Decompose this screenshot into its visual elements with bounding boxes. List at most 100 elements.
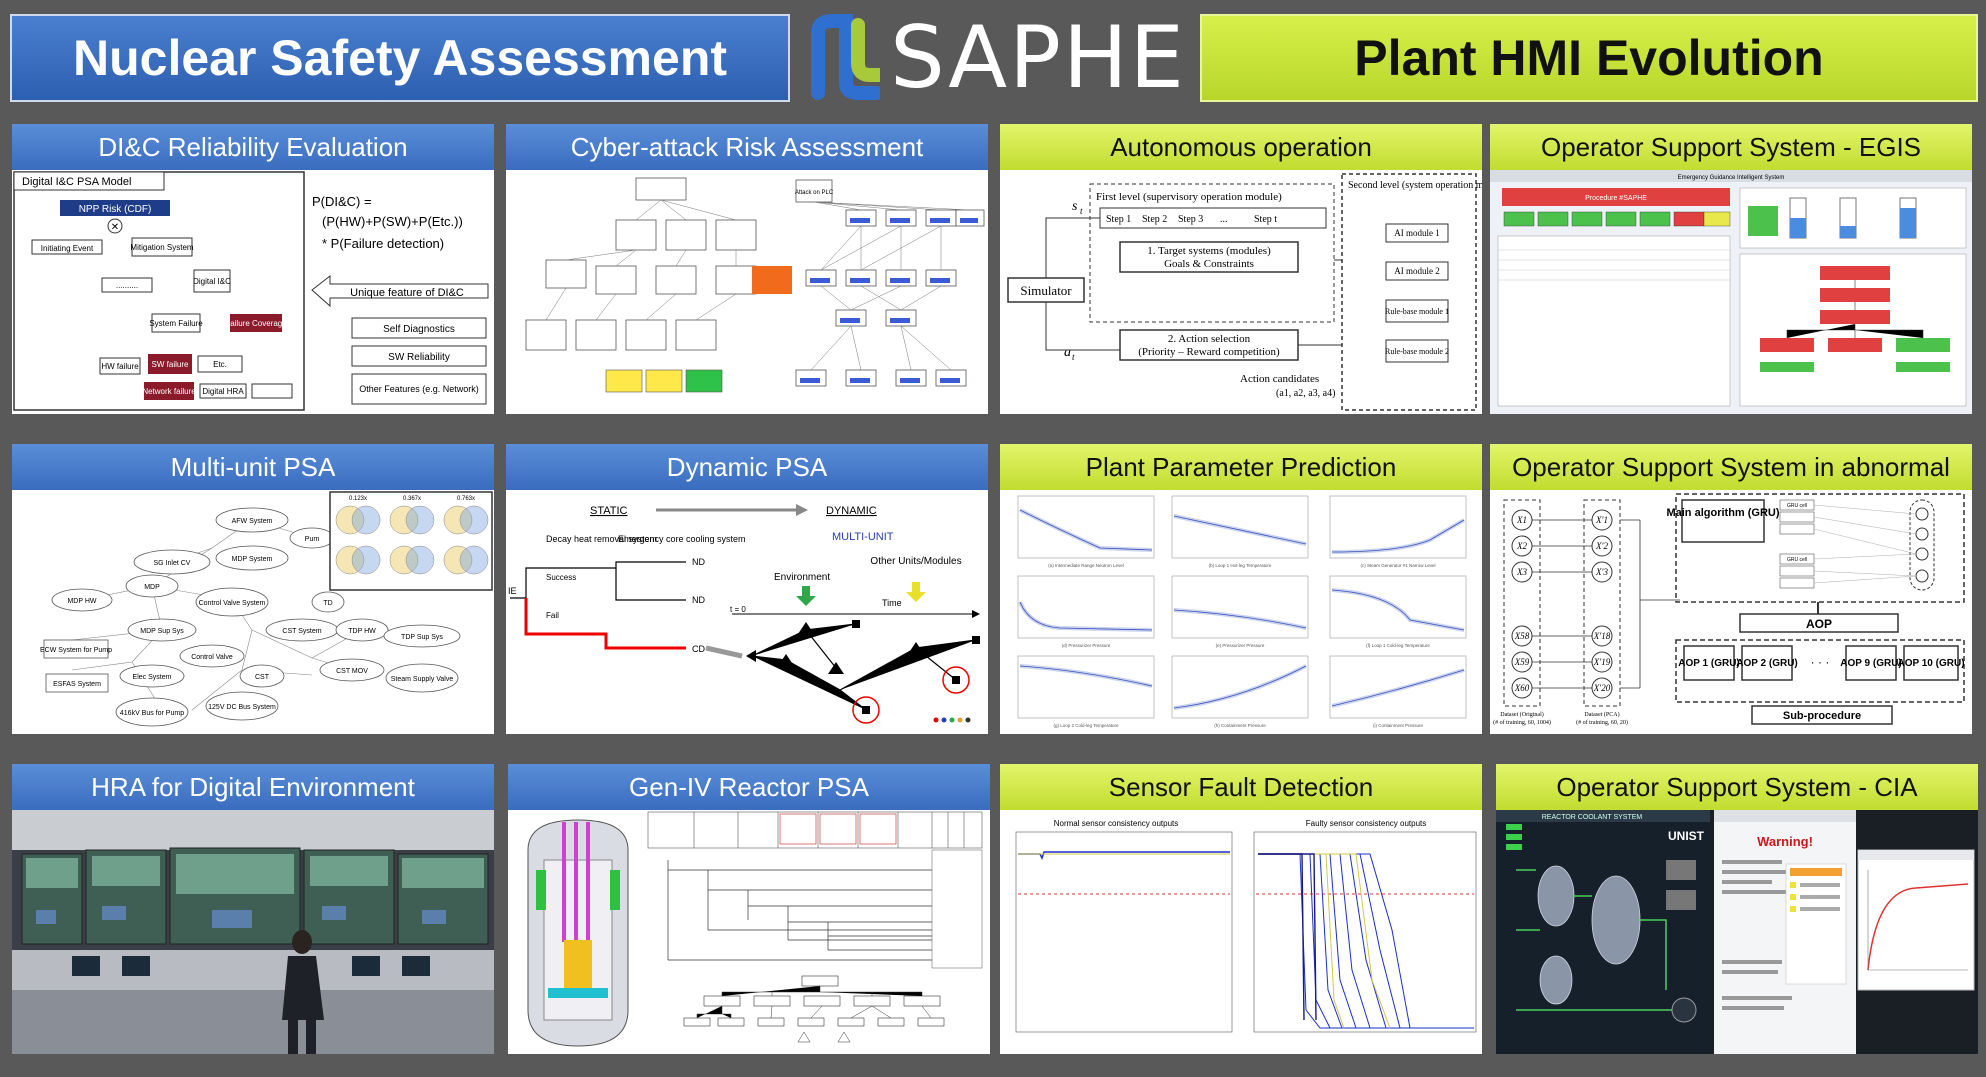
dic-formula-1: P(DI&C) = [312,194,372,209]
abnormal-diagram: X1 X2 X3 X58 X59 X60 X'1 X'2 X'3 X'18 X'… [1490,490,1972,734]
autonomous-diagram: First level (supervisory operation modul… [1000,170,1482,414]
auto-simulator: Simulator [1020,283,1072,298]
abn-input: X1 [1516,515,1527,525]
abn-aop-2: AOP 2 (GRU) [1736,658,1798,669]
auto-action-candidates: Action candidates [1240,373,1319,385]
dic-feature-self-diagnostics: Self Diagnostics [383,324,455,335]
multi-node: AFW System [232,518,273,525]
panel-multi-unit-psa[interactable]: Multi-unit PSA AFW System SG Inlet CV MD… [12,444,494,734]
dic-network-failure: Network failure [142,387,196,396]
dic-diagram: Digital I&C PSA Model NPP Risk (CDF) ✕ I… [12,170,494,414]
abn-dataset-original-dims: (# of training, 60, 1004) [1493,719,1551,726]
panel-dynamic-psa[interactable]: Dynamic PSA STATIC DYNAMIC MULTI-UNIT De… [506,444,988,734]
abn-aop-9: AOP 9 (GRU) [1840,658,1902,669]
abn-pca: X'20 [1593,683,1611,693]
abn-dataset-pca: Dataset (PCA) [1584,711,1619,718]
svg-text:..........: .......... [116,281,138,290]
multi-node: CST [255,674,270,681]
abn-pca: X'19 [1593,657,1611,667]
panel-title: DI&C Reliability Evaluation [12,124,494,170]
multi-node: TDP HW [348,628,376,635]
cia-screen: REACTOR COOLANT SYSTEM UNIST Warning! [1496,810,1978,1054]
ppp-caption: (b) Loop 1 Hot-leg Temperature [1209,563,1272,568]
sensor-normal-title: Normal sensor consistency outputs [1054,819,1179,828]
dyn-t0: t = 0 [730,605,746,614]
panel-egis[interactable]: Operator Support System - EGIS Emergency… [1490,124,1972,414]
abn-input: X59 [1514,657,1530,667]
auto-step-1: Step 1 [1106,214,1131,225]
abn-input: X2 [1516,541,1527,551]
banner-title: Plant HMI Evolution [1354,30,1824,86]
dic-feature-other: Other Features (e.g. Network) [359,384,479,394]
saphe-logo: SAPHE [806,8,1186,108]
multi-node: SG Inlet CV [154,560,191,567]
multi-node: ESFAS System [53,681,101,688]
dic-digital-ic: Digital I&C [193,277,231,286]
auto-second-level: Second level (system operation module) [1348,180,1482,191]
panel-operator-support-abnormal[interactable]: Operator Support System in abnormal X1 X… [1490,444,1972,734]
dic-hw-failure: HW failure [101,362,139,371]
dyn-static: STATIC [590,505,628,517]
panel-cyber-attack[interactable]: Cyber-attack Risk Assessment Attack on P… [506,124,988,414]
multi-node: 416kV Bus for Pump [120,710,184,717]
multi-node: MDP System [232,556,273,563]
plant-hmi-evolution-banner: Plant HMI Evolution [1200,14,1978,102]
ppp-caption: (c) Steam Generator #1 Narrow Level [1360,563,1435,568]
dic-initiating-event: Initiating Event [41,244,94,253]
multi-node: CST MOV [336,668,368,675]
panel-autonomous-operation[interactable]: Autonomous operation First level (superv… [1000,124,1482,414]
cyber-fault-tree: Attack on PLC [506,170,988,414]
multi-venn-value: 0.763x [457,496,475,502]
panel-hra-digital[interactable]: HRA for Digital Environment [12,764,494,1054]
ppp-caption: (g) Loop 2 Cold-leg Temperature [1054,723,1119,728]
dyn-success: Success [546,573,576,582]
auto-goals: Goals & Constraints [1164,258,1254,270]
abn-pca: X'1 [1595,515,1608,525]
gen-iv-diagram [508,810,990,1054]
panel-gen-iv-psa[interactable]: Gen-IV Reactor PSA [508,764,990,1054]
egis-system-title: Emergency Guidance Intelligent System [1678,175,1785,181]
svg-text:· · ·: · · · [1811,655,1830,669]
ppp-caption: (h) Containment Pressure [1214,723,1266,728]
multi-node: Control Valve System [199,600,266,607]
dynamic-psa-diagram: STATIC DYNAMIC MULTI-UNIT Decay heat rem… [506,490,988,734]
svg-text:...: ... [1220,214,1228,225]
auto-step-2: Step 2 [1142,214,1167,225]
egis-procedure: Procedure #SAPHE [1585,195,1647,202]
svg-text:s: s [1072,199,1078,214]
auto-first-level: First level (supervisory operation modul… [1096,191,1282,203]
dic-npp-risk: NPP Risk (CDF) [79,204,152,215]
panel-plant-parameter-prediction[interactable]: Plant Parameter Prediction (a) Intermedi… [1000,444,1482,734]
dyn-other-units: Other Units/Modules [870,556,961,567]
panel-dic-reliability[interactable]: DI&C Reliability Evaluation Digital I&C … [12,124,494,414]
panel-title: Sensor Fault Detection [1000,764,1482,810]
abn-gru-cell: GRU cell [1787,557,1807,563]
multi-node: Control Valve [191,654,233,661]
dyn-ie: IE [508,586,517,596]
multi-node: MDP HW [67,598,96,605]
cia-rcs-title: REACTOR COOLANT SYSTEM [1542,814,1643,821]
panel-title: Operator Support System - CIA [1496,764,1978,810]
dyn-dynamic: DYNAMIC [826,505,877,517]
auto-rule-module-2: Rule-base module 2 [1385,347,1449,356]
abn-dataset-pca-dims: (# of training, 60, 20) [1576,719,1628,726]
dyn-time: Time [882,598,902,608]
auto-candidates-list: (a1, a2, a3, a4) [1276,388,1335,399]
abn-dataset-original: Dataset (Original) [1500,711,1543,718]
ppp-caption: (i) Containment Pressure [1373,723,1424,728]
control-room-photo [12,810,494,1054]
panel-cia[interactable]: Operator Support System - CIA REACTOR CO… [1496,764,1978,1054]
multi-node: Pum [305,536,320,543]
cia-unist-logo: UNIST [1668,829,1705,843]
multi-venn-value: 0.123x [349,496,367,502]
multi-venn-value: 0.367x [403,496,421,502]
dic-etc: Etc. [213,360,227,369]
auto-action-selection: 2. Action selection [1168,333,1251,345]
svg-text:t: t [1080,206,1083,216]
dic-sw-failure: SW failure [152,360,189,369]
abn-main-algorithm: Main algorithm (GRU) [1666,507,1779,519]
auto-step-3: Step 3 [1178,214,1203,225]
auto-ai-module-2: AI module 2 [1394,266,1440,276]
panel-sensor-fault-detection[interactable]: Sensor Fault Detection Normal sensor con… [1000,764,1482,1054]
sensor-charts: Normal sensor consistency outputs Faulty… [1000,810,1482,1054]
